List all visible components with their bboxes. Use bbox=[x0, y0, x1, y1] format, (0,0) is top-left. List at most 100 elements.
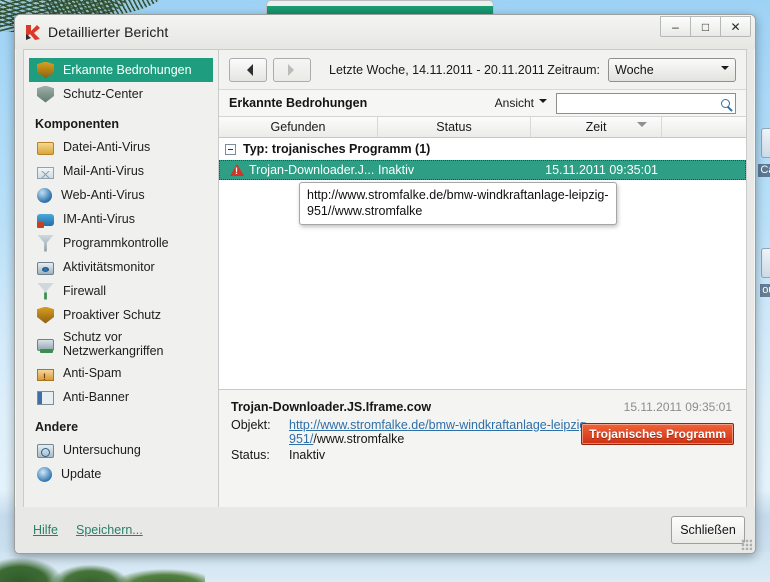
view-menu-button[interactable]: Ansicht bbox=[495, 96, 547, 110]
table-row[interactable]: Trojan-Downloader.J... Inaktiv 15.11.201… bbox=[219, 160, 746, 180]
search-box[interactable] bbox=[556, 92, 736, 114]
sidebar-item-aktivitaetsmonitor[interactable]: Aktivitätsmonitor bbox=[29, 255, 213, 279]
close-dialog-button[interactable]: Schließen bbox=[671, 516, 745, 544]
sidebar-item-label: Datei-Anti-Virus bbox=[63, 140, 151, 154]
detail-status-value: Inaktiv bbox=[289, 448, 326, 462]
view-menu-label: Ansicht bbox=[494, 96, 534, 110]
folder-icon bbox=[37, 141, 54, 155]
period-select[interactable]: Woche bbox=[608, 57, 736, 82]
window-footer: Hilfe Speichern... Schließen bbox=[15, 507, 755, 553]
table-group-label: Typ: trojanisches Programm (1) bbox=[243, 142, 431, 156]
section-title: Erkannte Bedrohungen bbox=[229, 96, 368, 110]
maximize-button[interactable]: □ bbox=[690, 16, 721, 37]
background-window-edge[interactable] bbox=[266, 0, 494, 14]
sidebar-item-erkannte-bedrohungen[interactable]: Erkannte Bedrohungen bbox=[29, 58, 213, 82]
sidebar-item-label: Programmkontrolle bbox=[63, 236, 169, 250]
shield-gold-icon bbox=[37, 61, 54, 79]
sidebar-item-datei-anti-virus[interactable]: Datei-Anti-Virus bbox=[29, 135, 213, 159]
sidebar-item-label: Anti-Banner bbox=[63, 390, 130, 404]
spam-envelope-icon bbox=[37, 368, 54, 382]
sidebar-item-mail-anti-virus[interactable]: Mail-Anti-Virus bbox=[29, 159, 213, 183]
funnel-green-icon bbox=[37, 282, 54, 300]
help-link[interactable]: Hilfe bbox=[33, 523, 58, 537]
sidebar-item-label: Mail-Anti-Virus bbox=[63, 164, 145, 178]
desktop-shortcut-icon bbox=[761, 248, 770, 278]
chat-bubble-icon bbox=[37, 214, 54, 228]
sidebar-item-anti-banner[interactable]: Anti-Banner bbox=[29, 385, 213, 409]
report-toolbar: Letzte Woche, 14.11.2011 - 20.11.2011 Ze… bbox=[219, 50, 746, 90]
sidebar-item-schutz-center[interactable]: Schutz-Center bbox=[29, 82, 213, 106]
table-group-row[interactable]: Typ: trojanisches Programm (1) bbox=[219, 138, 746, 160]
chevron-down-icon bbox=[539, 99, 547, 107]
detail-status-label: Status: bbox=[231, 448, 270, 462]
banner-icon bbox=[37, 390, 54, 405]
column-header-status[interactable]: Status bbox=[378, 117, 531, 137]
envelope-icon bbox=[37, 166, 54, 179]
search-icon[interactable] bbox=[721, 98, 730, 108]
update-globe-icon bbox=[37, 467, 52, 482]
network-shield-icon bbox=[37, 338, 54, 353]
column-header-gefunden[interactable]: Gefunden bbox=[219, 117, 378, 137]
sidebar-item-label: Schutz vor Netzwerkangriffen bbox=[63, 330, 164, 358]
monitor-icon bbox=[37, 261, 54, 275]
chevron-down-icon bbox=[721, 65, 729, 74]
kaspersky-k-logo-icon bbox=[24, 24, 41, 41]
minimize-button[interactable]: – bbox=[660, 16, 691, 37]
detail-object-label: Objekt: bbox=[231, 418, 271, 432]
window-titlebar[interactable]: Detaillierter Bericht – □ ✕ bbox=[15, 15, 755, 49]
detailed-report-window: Detaillierter Bericht – □ ✕ Erkannte Bed… bbox=[14, 14, 756, 554]
sidebar-heading-komponenten: Komponenten bbox=[35, 117, 120, 131]
desktop-icon-label: oun... bbox=[760, 284, 770, 297]
search-input[interactable] bbox=[562, 95, 718, 111]
sidebar-item-im-anti-virus[interactable]: IM-Anti-Virus bbox=[29, 207, 213, 231]
sidebar-item-schutz-vor-netzwerkangriffen[interactable]: Schutz vor Netzwerkangriffen bbox=[29, 327, 213, 361]
cell-gefunden: Trojan-Downloader.J... bbox=[249, 163, 375, 177]
sidebar: Erkannte Bedrohungen Schutz-Center Kompo… bbox=[23, 49, 219, 507]
period-label: Zeitraum: bbox=[547, 62, 600, 77]
desktop-icon-label: Call ... bbox=[758, 164, 770, 177]
close-button[interactable]: ✕ bbox=[720, 16, 751, 37]
column-header-empty[interactable] bbox=[662, 117, 746, 137]
date-range-label: Letzte Woche, 14.11.2011 - 20.11.2011 bbox=[329, 62, 545, 77]
scan-magnifier-icon bbox=[37, 443, 54, 458]
arrow-right-icon bbox=[287, 63, 300, 76]
cell-zeit: 15.11.2011 09:35:01 bbox=[545, 163, 658, 177]
threats-table: Typ: trojanisches Programm (1) Trojan-Do… bbox=[219, 138, 746, 389]
threat-details-pane: Trojan-Downloader.JS.Iframe.cow 15.11.20… bbox=[219, 389, 746, 507]
content-panel: Letzte Woche, 14.11.2011 - 20.11.2011 Ze… bbox=[219, 49, 747, 507]
sidebar-item-label: Erkannte Bedrohungen bbox=[63, 63, 192, 77]
sidebar-heading-andere: Andere bbox=[35, 420, 79, 434]
sidebar-item-label: Untersuchung bbox=[63, 443, 141, 457]
shield-gold-icon bbox=[37, 306, 54, 324]
next-period-button[interactable] bbox=[273, 57, 311, 82]
shield-gray-icon bbox=[37, 85, 54, 103]
sidebar-item-firewall[interactable]: Firewall bbox=[29, 279, 213, 303]
column-header-zeit-label: Zeit bbox=[585, 120, 607, 134]
desktop-shortcut-icon bbox=[761, 128, 770, 158]
sort-descending-icon bbox=[637, 122, 647, 132]
report-subbar: Erkannte Bedrohungen Ansicht bbox=[219, 90, 746, 116]
sidebar-item-untersuchung[interactable]: Untersuchung bbox=[29, 438, 213, 462]
window-title: Detaillierter Bericht bbox=[48, 24, 169, 40]
window-body: Erkannte Bedrohungen Schutz-Center Kompo… bbox=[15, 49, 755, 507]
sidebar-item-anti-spam[interactable]: Anti-Spam bbox=[29, 361, 213, 385]
detail-timestamp: 15.11.2011 09:35:01 bbox=[623, 400, 732, 414]
funnel-icon bbox=[37, 234, 54, 252]
sidebar-item-update[interactable]: Update bbox=[29, 462, 213, 486]
sidebar-item-proaktiver-schutz[interactable]: Proaktiver Schutz bbox=[29, 303, 213, 327]
resize-grip-icon[interactable] bbox=[741, 539, 752, 550]
cell-status: Inaktiv bbox=[378, 163, 415, 177]
sidebar-item-web-anti-virus[interactable]: Web-Anti-Virus bbox=[29, 183, 213, 207]
status-badge: Trojanisches Programm bbox=[581, 423, 734, 445]
sidebar-item-label: IM-Anti-Virus bbox=[63, 212, 136, 226]
previous-period-button[interactable] bbox=[229, 57, 267, 82]
warning-triangle-icon bbox=[230, 164, 244, 176]
save-link[interactable]: Speichern... bbox=[76, 523, 143, 537]
collapse-icon[interactable] bbox=[225, 143, 236, 155]
window-controls: – □ ✕ bbox=[660, 16, 751, 37]
detail-object-value: http://www.stromfalke.de/bmw-windkraftan… bbox=[289, 418, 619, 446]
sidebar-item-label: Schutz-Center bbox=[63, 87, 143, 101]
sidebar-item-programmkontrolle[interactable]: Programmkontrolle bbox=[29, 231, 213, 255]
sidebar-item-label: Proaktiver Schutz bbox=[63, 308, 161, 322]
column-header-zeit[interactable]: Zeit bbox=[531, 117, 662, 137]
